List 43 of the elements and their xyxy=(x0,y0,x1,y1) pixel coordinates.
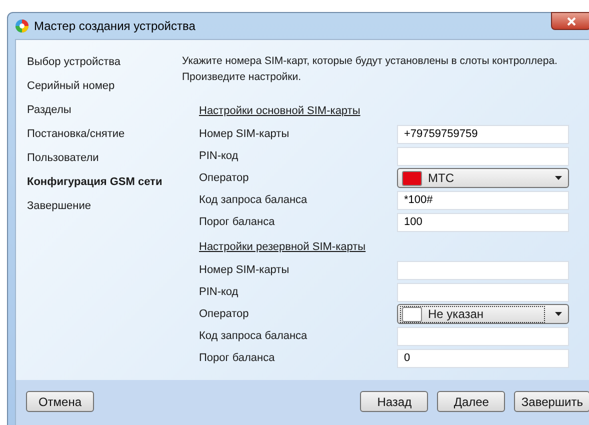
text-field[interactable] xyxy=(397,282,569,302)
dropdown-arrow-icon xyxy=(555,312,562,316)
close-button[interactable] xyxy=(551,12,589,30)
text-field[interactable] xyxy=(397,146,569,166)
field-label: Номер SIM-карты xyxy=(199,264,290,276)
sidebar-item[interactable]: Серийный номер xyxy=(27,80,182,104)
sidebar-item[interactable]: Выбор устройства xyxy=(27,56,182,80)
sidebar-item[interactable]: Завершение xyxy=(27,200,182,224)
field-label: PIN-код xyxy=(199,150,240,162)
text-field[interactable]: 100 xyxy=(397,212,569,232)
text-field[interactable] xyxy=(397,260,569,280)
text-field[interactable]: 0 xyxy=(397,348,569,368)
window-title: Мастер создания устройства xyxy=(34,19,196,33)
text-field[interactable]: +79759759759 xyxy=(397,124,569,144)
text-field[interactable] xyxy=(397,326,569,346)
field-label: Порог баланса xyxy=(199,216,276,228)
sidebar-item[interactable]: Конфигурация GSM сети xyxy=(27,176,182,200)
dropdown-value: Не указан xyxy=(428,307,484,321)
dropdown-value: МТС xyxy=(428,171,454,185)
wizard-button[interactable]: Завершить xyxy=(514,391,589,412)
section-heading: Настройки резервной SIM-карты xyxy=(199,241,367,255)
wizard-button[interactable]: Далее xyxy=(437,391,506,412)
field-label: Оператор xyxy=(199,172,250,184)
dropdown-arrow-icon xyxy=(555,176,562,180)
sidebar-item[interactable]: Постановка/снятие xyxy=(27,128,182,152)
instruction-text: Укажите номера SIM-карт, которые будут установлены в слоты контроллера. xyxy=(182,54,558,69)
field-label: PIN-код xyxy=(199,286,240,298)
instruction-text: Произведите настройки. xyxy=(182,70,302,85)
field-label: Код запроса баланса xyxy=(199,330,308,342)
operator-dropdown[interactable]: МТС xyxy=(397,168,569,188)
text-field[interactable]: *100# xyxy=(397,190,569,210)
wizard-button[interactable]: Назад xyxy=(360,391,428,412)
close-icon xyxy=(566,16,576,26)
cancel-button[interactable]: Отмена xyxy=(26,391,94,412)
sidebar-item[interactable]: Пользователи xyxy=(27,152,182,176)
field-label: Номер SIM-карты xyxy=(199,128,290,140)
field-label: Код запроса баланса xyxy=(199,194,308,206)
operator-dropdown[interactable]: Не указан xyxy=(397,304,569,324)
field-label: Оператор xyxy=(199,308,250,320)
sidebar-item[interactable]: Разделы xyxy=(27,104,182,128)
field-label: Порог баланса xyxy=(199,352,276,364)
section-heading: Настройки основной SIM-карты xyxy=(199,105,362,119)
color-wheel-icon xyxy=(15,19,29,33)
